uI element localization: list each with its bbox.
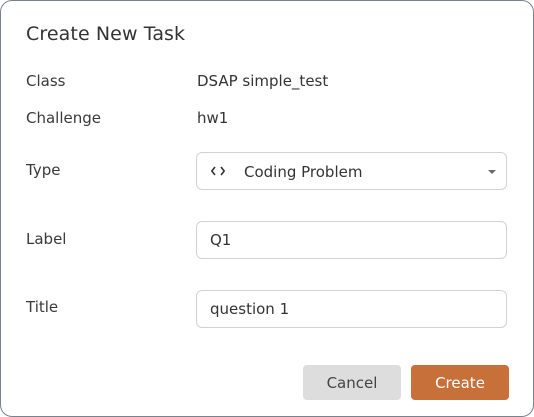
class-label: Class (26, 72, 66, 90)
title-input[interactable] (197, 291, 506, 327)
create-task-dialog: Create New Task Class DSAP simple_test C… (0, 0, 534, 417)
challenge-label: Challenge (26, 109, 101, 127)
label-field[interactable] (196, 221, 507, 259)
code-icon (211, 166, 225, 176)
type-select-value: Coding Problem (244, 163, 363, 181)
cancel-button[interactable]: Cancel (303, 365, 401, 400)
title-label: Title (26, 298, 59, 316)
title-field[interactable] (196, 290, 507, 328)
class-value: DSAP simple_test (197, 72, 329, 90)
type-select[interactable]: Coding Problem (196, 152, 507, 190)
dialog-title: Create New Task (26, 23, 186, 45)
type-label: Type (26, 161, 61, 179)
label-input[interactable] (197, 222, 506, 258)
chevron-down-icon (488, 170, 496, 174)
label-label: Label (26, 230, 67, 248)
create-button[interactable]: Create (411, 365, 509, 400)
challenge-value: hw1 (197, 109, 229, 127)
